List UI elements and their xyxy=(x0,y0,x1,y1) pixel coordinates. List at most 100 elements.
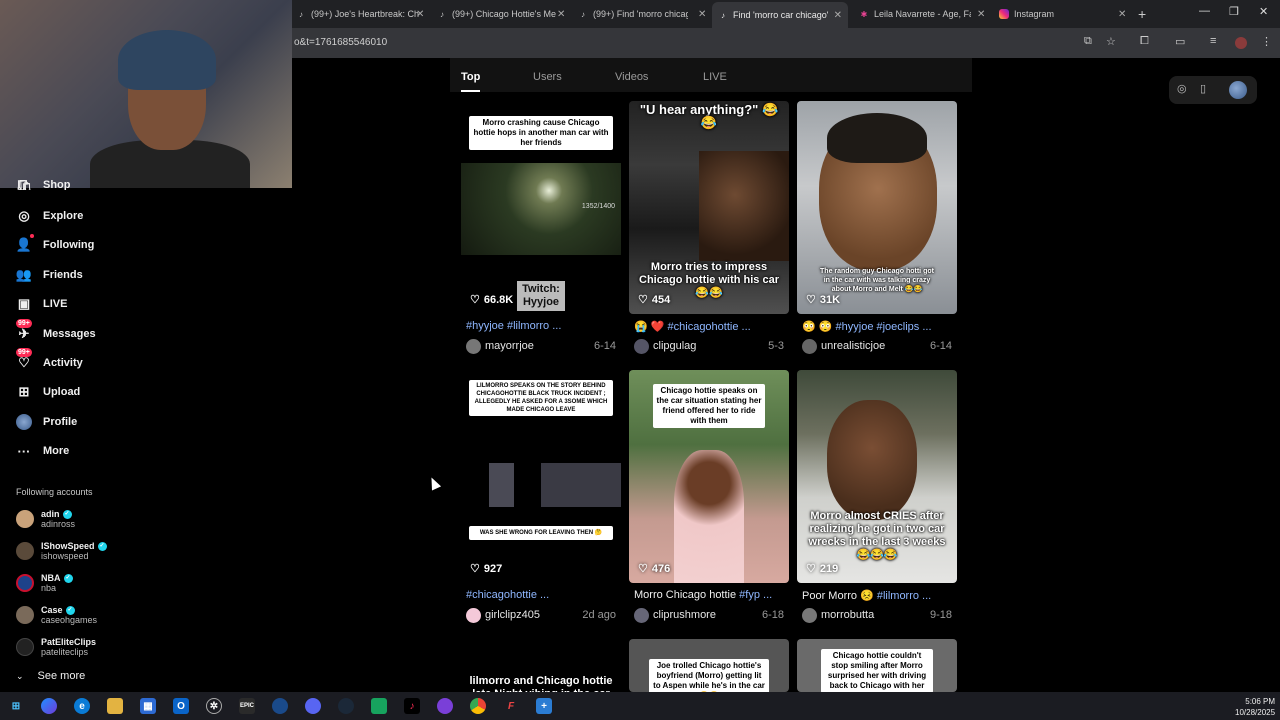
sidebar-item-profile[interactable]: Profile xyxy=(16,412,77,432)
menu-icon[interactable]: ⋮ xyxy=(1261,35,1272,48)
sidebar-item-live[interactable]: ▣ LIVE xyxy=(16,294,68,314)
video-card[interactable]: Chicago hottie couldn't stop smiling aft… xyxy=(797,639,957,692)
video-card[interactable]: lilmorro and Chicago hottie late Night v… xyxy=(461,639,621,692)
video-description[interactable]: 😳 😳 #hyyjoe #joeclips ... xyxy=(802,320,954,333)
sidebar-item-more[interactable]: ··· More xyxy=(16,441,70,461)
following-account-adin[interactable]: adin ✓ adinross xyxy=(16,506,75,532)
discord-icon[interactable] xyxy=(305,698,321,714)
sidebar-item-following[interactable]: 👤 Following xyxy=(16,234,94,255)
app-icon[interactable] xyxy=(371,698,387,714)
close-icon[interactable]: ✕ xyxy=(834,10,842,21)
browser-tab-2[interactable]: ♪ (99+) Chicago Hottie's Me xyxy=(437,4,571,24)
steam-icon[interactable] xyxy=(338,698,354,714)
video-description[interactable]: #chicagohottie ... xyxy=(466,589,618,601)
tab-videos[interactable]: Videos xyxy=(615,71,648,83)
video-thumbnail[interactable]: Morro crashing cause Chicago hottie hops… xyxy=(461,101,621,314)
app-icon[interactable]: F xyxy=(503,698,519,714)
app-icon[interactable]: + xyxy=(536,698,552,714)
video-description[interactable]: Morro Chicago hottie #fyp ... xyxy=(634,589,786,601)
hashtags[interactable]: #hyyjoe #joeclips ... xyxy=(836,321,932,333)
author-name[interactable]: cliprushmore xyxy=(653,609,762,621)
file-explorer-icon[interactable] xyxy=(107,698,123,714)
video-thumbnail[interactable]: Chicago hottie speaks on the car situati… xyxy=(629,370,789,583)
avatar[interactable] xyxy=(802,338,817,354)
author-name[interactable]: morrobutta xyxy=(821,609,930,621)
epic-games-icon[interactable]: EPIC xyxy=(239,698,255,714)
following-account-ishowspeed[interactable]: IShowSpeed ✓ ishowspeed xyxy=(16,538,107,564)
close-icon[interactable]: ✕ xyxy=(412,4,424,24)
video-description[interactable]: 😭 ❤️ #chicagohottie ... xyxy=(634,320,786,333)
edge-icon[interactable]: e xyxy=(74,698,90,714)
hashtags[interactable]: #chicagohottie ... xyxy=(668,321,751,333)
author-name[interactable]: unrealisticjoe xyxy=(821,340,930,352)
profile-avatar[interactable] xyxy=(1235,37,1247,49)
cast-icon[interactable]: ▭ xyxy=(1175,35,1185,48)
hashtags[interactable]: #hyyjoe #lilmorro ... xyxy=(466,320,561,332)
video-description[interactable]: #hyyjoe #lilmorro ... xyxy=(466,320,618,332)
video-description[interactable]: Poor Morro 😣 #lilmorro ... xyxy=(802,589,954,602)
compass-icon[interactable]: ◎ xyxy=(1177,82,1187,95)
minimize-button[interactable]: — xyxy=(1199,5,1210,17)
close-icon[interactable]: ✕ xyxy=(694,4,706,24)
tab-top[interactable]: Top xyxy=(461,71,480,83)
close-icon[interactable]: ✕ xyxy=(553,4,565,24)
restore-button[interactable]: ❐ xyxy=(1229,5,1239,18)
video-card[interactable]: Joe trolled Chicago hottie's boyfriend (… xyxy=(629,639,789,692)
author-name[interactable]: girlclipz405 xyxy=(485,609,582,621)
close-window-button[interactable]: ✕ xyxy=(1259,5,1268,18)
phone-icon[interactable]: ▯ xyxy=(1200,82,1206,95)
install-icon[interactable]: ⧉ xyxy=(1084,35,1092,48)
avatar[interactable] xyxy=(634,338,649,354)
following-account-pateliteclips[interactable]: PatEliteClips pateliteclips xyxy=(16,634,96,660)
video-thumbnail[interactable]: The random guy Chicago hotti got in the … xyxy=(797,101,957,314)
video-thumbnail[interactable]: Morro almost CRIES after realizing he go… xyxy=(797,370,957,583)
hashtags[interactable]: #fyp ... xyxy=(739,589,772,601)
author-name[interactable]: mayorrjoe xyxy=(485,340,594,352)
sidebar-item-friends[interactable]: 👥 Friends xyxy=(16,265,83,285)
video-thumbnail[interactable]: Chicago hottie couldn't stop smiling aft… xyxy=(797,639,957,692)
outlook-icon[interactable]: O xyxy=(173,698,189,714)
close-icon[interactable]: ✕ xyxy=(1114,4,1126,24)
url-field[interactable]: o&t=1761685546010 xyxy=(294,37,387,48)
profile-avatar[interactable] xyxy=(1229,81,1247,99)
following-account-case[interactable]: Case ✓ caseohgames xyxy=(16,602,97,628)
browser-tab-4-active[interactable]: ♪ Find 'morro car chicago' o ✕ xyxy=(712,2,848,28)
browser-tab-3[interactable]: ♪ (99+) Find 'morro chicago xyxy=(578,4,688,24)
browser-tab-5[interactable]: ✱ Leila Navarrete - Age, Fam xyxy=(859,4,971,24)
see-more-button[interactable]: ⌄ See more xyxy=(16,670,85,682)
media-icon[interactable]: ≡ xyxy=(1210,35,1216,47)
sidebar-item-activity[interactable]: ♡ 99+ Activity xyxy=(16,348,83,373)
sidebar-item-shop[interactable]: 🛍 Shop xyxy=(16,180,71,190)
close-icon[interactable]: ✕ xyxy=(973,4,985,24)
video-thumbnail[interactable]: lilmorro and Chicago hottie late Night v… xyxy=(461,639,621,692)
tab-live[interactable]: LIVE xyxy=(703,71,727,83)
avatar[interactable] xyxy=(634,607,649,623)
video-thumbnail[interactable]: "U hear anything?" 😂😂 Morro tries to imp… xyxy=(629,101,789,314)
store-icon[interactable]: ▦ xyxy=(140,698,156,714)
extensions-icon[interactable]: ⧠ xyxy=(1140,35,1149,48)
new-tab-button[interactable]: + xyxy=(1138,6,1146,22)
avatar[interactable] xyxy=(802,607,817,623)
browser-tab-1[interactable]: ♪ (99+) Joe's Heartbreak: Ch xyxy=(296,4,430,24)
sidebar-item-explore[interactable]: ◎ Explore xyxy=(16,206,83,226)
avatar[interactable] xyxy=(466,607,481,623)
video-thumbnail[interactable]: LILMORRO SPEAKS ON THE STORY BEHIND CHIC… xyxy=(461,370,621,583)
windows-start-icon[interactable]: ⊞ xyxy=(8,698,24,714)
sidebar-item-messages[interactable]: ✈ 99+ Messages xyxy=(16,319,96,344)
bookmark-star-icon[interactable]: ☆ xyxy=(1106,35,1116,48)
browser-tab-6[interactable]: Instagram xyxy=(999,4,1111,24)
author-name[interactable]: clipgulag xyxy=(653,340,768,352)
avatar[interactable] xyxy=(466,338,481,354)
chrome-icon[interactable] xyxy=(470,698,486,714)
hashtags[interactable]: #chicagohottie ... xyxy=(466,589,549,601)
hashtags[interactable]: #lilmorro ... xyxy=(877,590,931,602)
copilot-icon[interactable] xyxy=(41,698,57,714)
chatgpt-icon[interactable]: ✲ xyxy=(206,698,222,714)
tiktok-icon[interactable]: ♪ xyxy=(404,698,420,714)
video-thumbnail[interactable]: Joe trolled Chicago hottie's boyfriend (… xyxy=(629,639,789,692)
system-clock[interactable]: 5:06 PM 10/28/2025 xyxy=(1235,696,1275,718)
following-account-nba[interactable]: NBA ✓ nba xyxy=(16,570,73,596)
sidebar-item-upload[interactable]: ⊞ Upload xyxy=(16,382,81,402)
app-icon[interactable] xyxy=(437,698,453,714)
app-icon[interactable] xyxy=(272,698,288,714)
